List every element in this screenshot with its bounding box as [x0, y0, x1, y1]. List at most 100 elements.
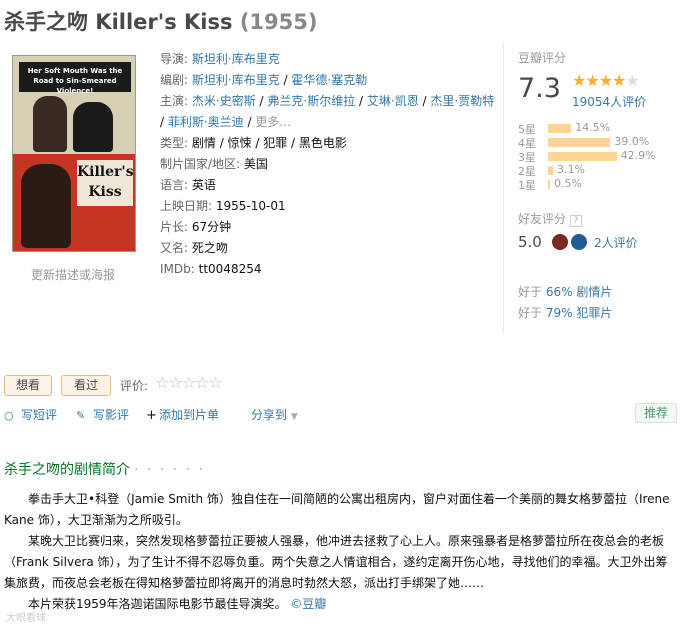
- director-label: 导演: [160, 52, 185, 66]
- genre-row: 类型: 剧情 / 惊悚 / 犯罪 / 黑色电影: [160, 133, 498, 154]
- star-filled-icon: ★: [612, 71, 626, 90]
- cast-more-link[interactable]: 更多...: [255, 115, 290, 129]
- want-to-watch-button[interactable]: 想看: [4, 375, 52, 396]
- star-filled-icon: ★: [572, 71, 586, 90]
- cast-link[interactable]: 菲利斯·奥兰迪: [168, 115, 244, 129]
- summary-title-text: 杀手之吻的剧情简介: [4, 462, 130, 478]
- aka-label: 又名:: [160, 241, 189, 255]
- add-to-list-link[interactable]: + 添加到片单: [146, 407, 219, 424]
- poster-image[interactable]: Her Soft Mouth Was the Road to Sin-Smear…: [12, 55, 136, 252]
- release-label: 上映日期:: [160, 199, 213, 213]
- poster-figure: [21, 164, 71, 248]
- language-value: 英语: [191, 178, 216, 192]
- rate-stars-input[interactable]: ☆☆☆☆☆: [155, 373, 223, 392]
- poster-figure: [33, 96, 67, 152]
- better-than-genre-link[interactable]: 犯罪片: [576, 306, 612, 320]
- rating-bar: [548, 152, 617, 161]
- rate-label: 评价:: [120, 379, 149, 393]
- director-row: 导演: 斯坦利·库布里克: [160, 52, 280, 66]
- update-poster-link[interactable]: 更新描述或海报: [31, 266, 115, 283]
- pen-icon: ✎: [76, 409, 86, 422]
- imdb-value: tt0048254: [198, 262, 262, 276]
- chevron-down-icon: ▼: [290, 412, 298, 422]
- better-than-pct-link[interactable]: 66%: [546, 285, 573, 299]
- better-than-prefix: 好于: [518, 306, 543, 320]
- writer-link[interactable]: 斯坦利·库布里克: [192, 73, 280, 87]
- writer-label: 编剧: [160, 73, 185, 87]
- poster-figure: [73, 102, 113, 152]
- avatar[interactable]: [571, 234, 587, 250]
- country-label: 制片国家/地区:: [160, 157, 241, 171]
- poster-name-line: Killer's: [77, 164, 134, 180]
- better-than-pct-link[interactable]: 79%: [546, 306, 573, 320]
- director-link[interactable]: 斯坦利·库布里克: [192, 52, 280, 66]
- better-than-genre-link[interactable]: 剧情片: [576, 285, 612, 299]
- movie-title: 杀手之吻 Killer's Kiss: [4, 10, 233, 34]
- poster-tagline: Her Soft Mouth Was the Road to Sin-Smear…: [19, 62, 131, 95]
- summary-award: 本片荣获1959年洛迦诺国际电影节最佳导演奖。: [28, 597, 287, 611]
- rating-bar: [548, 180, 550, 189]
- help-icon[interactable]: ?: [570, 215, 583, 227]
- douban-source-link[interactable]: ©豆瓣: [290, 597, 326, 611]
- movie-year: (1955): [239, 10, 318, 34]
- rating-bar: [548, 138, 611, 147]
- cast-link[interactable]: 杰里·贾勒特: [430, 94, 494, 108]
- release-row: 上映日期: 1955-10-01: [160, 196, 498, 217]
- cast-link[interactable]: 杰米·史密斯: [192, 94, 256, 108]
- watermark: 大眼看球: [6, 613, 46, 624]
- aka-value: 死之吻: [191, 241, 228, 255]
- watched-button[interactable]: 看过: [61, 375, 111, 396]
- poster-name-line: Kiss: [88, 184, 122, 200]
- friend-rating-label: 好友评分?: [518, 210, 583, 227]
- rating-bar-label: 1星: [518, 179, 536, 192]
- star-filled-icon: ★: [585, 71, 599, 90]
- movie-info: 导演: 斯坦利·库布里克 编剧: 斯坦利·库布里克 / 霍华德·塞克勒 主演: …: [160, 49, 498, 280]
- friend-rating-text: 好友评分: [518, 212, 567, 226]
- genre-label: 类型:: [160, 136, 189, 150]
- rating-bar-pct: 0.5%: [554, 177, 582, 190]
- better-than-item: 好于 79% 犯罪片: [518, 304, 612, 321]
- avatar[interactable]: [552, 234, 568, 250]
- write-short-review-link[interactable]: ○ 写短评: [4, 407, 57, 424]
- rating-bar-pct: 42.9%: [620, 149, 656, 162]
- recommend-button[interactable]: 推荐: [635, 403, 677, 423]
- imdb-label: IMDb:: [160, 262, 195, 276]
- summary-body: 拳击手大卫•科登（Jamie Smith 饰）独自住在一间简陋的公寓出租房内，窗…: [4, 489, 677, 615]
- aka-row: 又名: 死之吻: [160, 238, 498, 259]
- runtime-row: 片长: 67分钟: [160, 217, 498, 238]
- imdb-row: IMDb: tt0048254: [160, 259, 498, 280]
- runtime-label: 片长:: [160, 220, 189, 234]
- better-than-item: 好于 66% 剧情片: [518, 283, 612, 300]
- write-short-review-label: 写短评: [21, 408, 58, 422]
- share-dropdown[interactable]: 分享到 ▼: [251, 407, 298, 425]
- summary-paragraph: 本片荣获1959年洛迦诺国际电影节最佳导演奖。 ©豆瓣: [4, 594, 677, 615]
- runtime-value: 67分钟: [191, 220, 232, 234]
- friend-count-link[interactable]: 2人评价: [594, 234, 638, 251]
- friend-score: 5.0: [518, 233, 542, 251]
- cast-link[interactable]: 艾琳·凯恩: [367, 94, 419, 108]
- language-label: 语言:: [160, 178, 189, 192]
- page-title: 杀手之吻 Killer's Kiss (1955): [4, 6, 317, 36]
- cast-row: 主演: 杰米·史密斯 / 弗兰克·斯尔维拉 / 艾琳·凯恩 / 杰里·贾勒特 /…: [160, 94, 495, 129]
- cast-link[interactable]: 弗兰克·斯尔维拉: [267, 94, 355, 108]
- write-review-label: 写影评: [93, 408, 130, 422]
- share-label: 分享到: [251, 408, 288, 422]
- writer-link[interactable]: 霍华德·塞克勒: [291, 73, 367, 87]
- rating-score: 7.3: [518, 73, 561, 104]
- rating-bar-pct: 39.0%: [614, 135, 650, 148]
- rating-bar: [548, 124, 572, 133]
- rating-bar-pct: 14.5%: [575, 121, 611, 134]
- cast-label: 主演: [160, 94, 185, 108]
- country-row: 制片国家/地区: 美国: [160, 154, 498, 175]
- poster-film-name: Killer's Kiss: [77, 160, 134, 206]
- votes-link[interactable]: 19054人评价: [572, 93, 646, 110]
- star-filled-icon: ★: [598, 71, 613, 90]
- release-value: 1955-10-01: [215, 199, 286, 213]
- writer-row: 编剧: 斯坦利·库布里克 / 霍华德·塞克勒: [160, 73, 368, 87]
- add-to-list-label: 添加到片单: [159, 408, 220, 422]
- star-empty-icon: ★: [625, 71, 639, 90]
- summary-dots: · · · · · ·: [134, 462, 205, 478]
- rating-panel: 豆瓣评分 7.3 ★★★★★ 19054人评价 5星 14.5% 4星 39.0% 3星…: [503, 43, 681, 333]
- summary-heading: 杀手之吻的剧情简介 · · · · · ·: [4, 459, 205, 479]
- write-review-link[interactable]: ✎ 写影评: [76, 407, 129, 424]
